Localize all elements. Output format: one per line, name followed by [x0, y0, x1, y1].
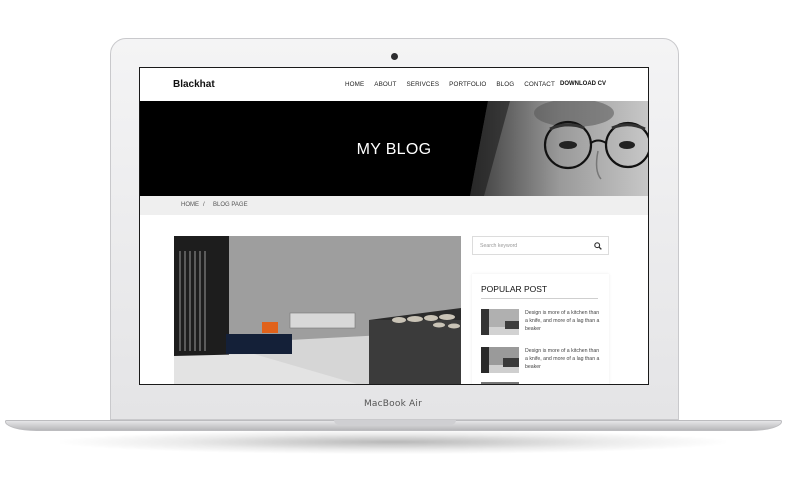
post-thumbnail[interactable] — [481, 347, 519, 373]
post-title[interactable]: Design is more of a kitchen than a knife… — [525, 347, 603, 371]
hero-banner: MY BLOG — [140, 101, 648, 196]
breadcrumb-current: BLOG PAGE — [213, 202, 248, 208]
nav-blog[interactable]: BLOG — [496, 81, 514, 88]
site-header: Blackhat HOME ABOUT SERIVCES PORTFOLIO B… — [140, 68, 648, 101]
laptop-screen: Blackhat HOME ABOUT SERIVCES PORTFOLIO B… — [139, 67, 649, 385]
laptop-shadow — [60, 430, 726, 454]
search-box[interactable]: Search keyword — [472, 236, 609, 255]
popular-post-item[interactable]: Design is more of a kitchen than a knife… — [481, 309, 601, 339]
post-thumbnail[interactable] — [481, 382, 519, 384]
nav-services[interactable]: SERIVCES — [407, 81, 440, 88]
nav-portfolio[interactable]: PORTFOLIO — [449, 81, 486, 88]
popular-post-item[interactable] — [481, 382, 601, 384]
search-input[interactable]: Search keyword — [480, 243, 517, 249]
breadcrumb-home[interactable]: HOME — [181, 202, 199, 208]
device-brand-label: MacBook Air — [363, 399, 423, 409]
nav-about[interactable]: ABOUT — [374, 81, 396, 88]
popular-posts-widget: POPULAR POST Design is more of a kitchen… — [472, 274, 609, 384]
nav-home[interactable]: HOME — [345, 81, 364, 88]
widget-title: POPULAR POST — [481, 284, 548, 294]
breadcrumb: HOME / BLOG PAGE — [140, 196, 648, 215]
breadcrumb-separator: / — [203, 202, 205, 208]
main-nav: HOME ABOUT SERIVCES PORTFOLIO BLOG CONTA… — [345, 81, 565, 88]
page-title: MY BLOG — [356, 141, 432, 158]
blog-post-image[interactable] — [174, 236, 461, 385]
laptop-notch — [334, 420, 456, 425]
nav-contact[interactable]: CONTACT — [524, 81, 555, 88]
popular-post-item[interactable]: Design is more of a kitchen than a knife… — [481, 347, 601, 377]
camera-icon — [391, 53, 398, 60]
search-icon[interactable] — [594, 242, 602, 250]
site-logo[interactable]: Blackhat — [173, 79, 215, 90]
post-title[interactable]: Design is more of a kitchen than a knife… — [525, 309, 603, 333]
post-thumbnail[interactable] — [481, 309, 519, 335]
download-cv-button[interactable]: DOWNLOAD CV — [560, 81, 606, 87]
widget-divider — [481, 298, 598, 299]
